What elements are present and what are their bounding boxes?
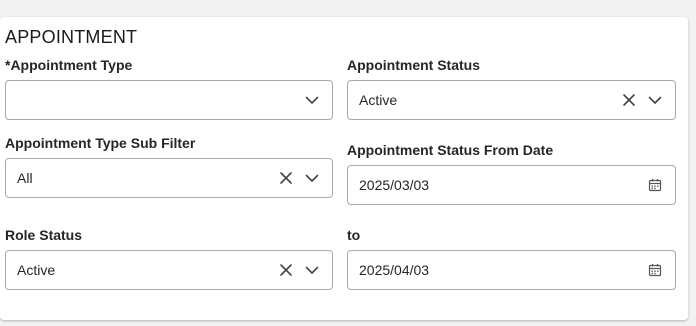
appointment-status-select[interactable]: Active [347,80,676,120]
chevron-down-icon[interactable] [647,92,663,108]
role-status-label: Role Status [5,227,83,243]
role-status-select[interactable]: Active [5,250,333,290]
close-icon[interactable] [278,262,294,278]
to-date-value: 2025/04/03 [359,262,430,278]
appointment-status-value: Active [359,92,398,108]
to-date-input[interactable]: 2025/04/03 [347,250,676,290]
section-title: APPOINTMENT [5,27,138,47]
chevron-down-icon[interactable] [304,262,320,278]
close-icon[interactable] [278,170,294,186]
appointment-type-label: *Appointment Type [5,57,133,73]
calendar-icon[interactable] [647,262,663,278]
appointment-card: APPOINTMENT *Appointment Type Appointmen… [0,17,688,320]
chevron-down-icon[interactable] [304,170,320,186]
appointment-type-sub-filter-label: Appointment Type Sub Filter [5,135,196,151]
calendar-icon[interactable] [647,177,663,193]
appointment-status-label: Appointment Status [347,57,480,73]
appointment-type-sub-filter-value: All [17,170,33,186]
appointment-status-from-date-input[interactable]: 2025/03/03 [347,165,676,205]
close-icon[interactable] [621,92,637,108]
appointment-status-from-date-value: 2025/03/03 [359,177,430,193]
appointment-type-select[interactable] [5,80,333,120]
chevron-down-icon[interactable] [304,92,320,108]
role-status-value: Active [17,262,56,278]
appointment-status-from-date-label: Appointment Status From Date [347,142,554,158]
appointment-type-sub-filter-select[interactable]: All [5,158,333,198]
to-date-label: to [347,227,361,243]
